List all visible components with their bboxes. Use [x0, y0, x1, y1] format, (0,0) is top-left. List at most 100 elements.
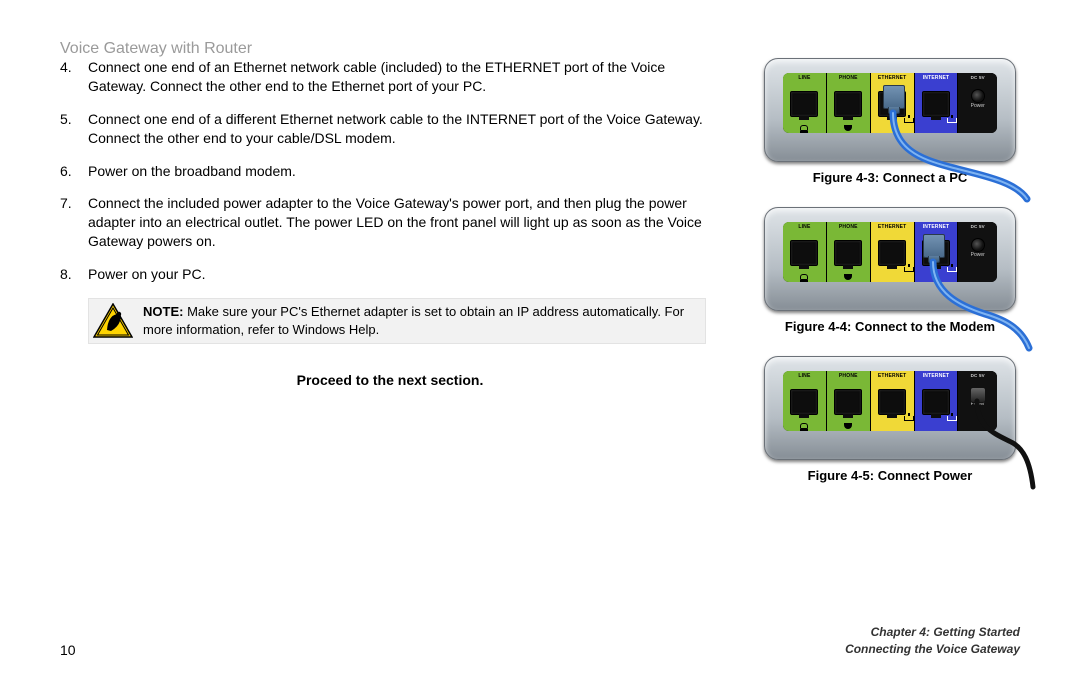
step-number: 8.	[60, 265, 88, 284]
rj-port	[834, 240, 862, 266]
document-page: Voice Gateway with Router 4. Connect one…	[0, 0, 1080, 698]
note-callout: NOTE: Make sure your PC's Ethernet adapt…	[88, 298, 706, 344]
port-ethernet: ETHERNET	[871, 73, 915, 133]
device-illustration: LINE PHONE ETHERNET	[764, 207, 1016, 311]
step-text: Connect one end of an Ethernet network c…	[88, 58, 720, 96]
rj-port	[790, 240, 818, 266]
port-label: ETHERNET	[871, 371, 914, 380]
port-line: LINE	[783, 73, 827, 133]
device-illustration: LINE PHONE ETHERNET	[764, 58, 1016, 162]
step-number: 5.	[60, 110, 88, 148]
device-illustration: LINE PHONE ETHERNET	[764, 356, 1016, 460]
rj-port	[922, 389, 950, 415]
port-line: LINE	[783, 371, 827, 431]
lock-icon	[800, 274, 808, 280]
network-icon	[947, 267, 957, 272]
footer-right: Chapter 4: Getting Started Connecting th…	[845, 624, 1020, 658]
phone-icon	[844, 274, 852, 280]
figure-4-5: LINE PHONE ETHERNET	[756, 356, 1024, 483]
port-label: PHONE	[827, 222, 870, 231]
step-number: 7.	[60, 194, 88, 251]
port-phone: PHONE	[827, 222, 871, 282]
network-icon	[904, 267, 914, 272]
phone-icon	[844, 423, 852, 429]
port-label: ETHERNET	[871, 73, 914, 82]
rj-port	[922, 91, 950, 117]
step-text: Power on your PC.	[88, 265, 720, 284]
lock-icon	[800, 423, 808, 429]
page-header: Voice Gateway with Router	[60, 40, 252, 58]
note-body: Make sure your PC's Ethernet adapter is …	[143, 304, 684, 337]
page-number: 10	[60, 642, 76, 658]
port-label: Power	[958, 401, 997, 407]
device-rear-panel: LINE PHONE ETHERNET	[783, 222, 997, 282]
phone-icon	[844, 125, 852, 131]
port-label: INTERNET	[915, 73, 958, 82]
network-icon	[947, 118, 957, 123]
rj-port	[878, 91, 906, 117]
port-label: Power	[958, 252, 997, 258]
port-ethernet: ETHERNET	[871, 371, 915, 431]
rj-port	[922, 240, 950, 266]
footer-chapter: Chapter 4: Getting Started	[845, 624, 1020, 641]
instruction-column: 4. Connect one end of an Ethernet networ…	[60, 58, 720, 388]
figure-4-3: LINE PHONE ETHERNET	[756, 58, 1024, 185]
port-label: DC 5V	[958, 73, 997, 82]
rj-port	[834, 91, 862, 117]
port-phone: PHONE	[827, 371, 871, 431]
port-label: LINE	[783, 371, 826, 380]
port-line: LINE	[783, 222, 827, 282]
warning-icon	[93, 303, 133, 339]
figure-4-4: LINE PHONE ETHERNET	[756, 207, 1024, 334]
rj-port	[878, 389, 906, 415]
power-jack	[971, 89, 985, 103]
port-label: PHONE	[827, 73, 870, 82]
figure-caption: Figure 4-3: Connect a PC	[813, 170, 968, 185]
port-label: INTERNET	[915, 371, 958, 380]
port-internet: INTERNET	[915, 371, 959, 431]
network-icon	[904, 118, 914, 123]
port-label: DC 5V	[958, 222, 997, 231]
figures-column: LINE PHONE ETHERNET	[756, 58, 1024, 505]
port-internet: INTERNET	[915, 222, 959, 282]
port-label: LINE	[783, 222, 826, 231]
step-item: 6. Power on the broadband modem.	[60, 162, 720, 181]
lock-icon	[800, 125, 808, 131]
power-jack	[971, 238, 985, 252]
step-item: 7. Connect the included power adapter to…	[60, 194, 720, 251]
port-power: DC 5V Power	[958, 371, 997, 431]
figure-caption: Figure 4-5: Connect Power	[808, 468, 973, 483]
step-number: 4.	[60, 58, 88, 96]
step-text: Connect one end of a different Ethernet …	[88, 110, 720, 148]
page-footer: 10 Chapter 4: Getting Started Connecting…	[60, 624, 1020, 658]
step-text: Power on the broadband modem.	[88, 162, 720, 181]
power-jack	[971, 387, 985, 401]
device-rear-panel: LINE PHONE ETHERNET	[783, 371, 997, 431]
step-item: 4. Connect one end of an Ethernet networ…	[60, 58, 720, 96]
network-icon	[947, 416, 957, 421]
port-power: DC 5V Power	[958, 222, 997, 282]
figure-caption: Figure 4-4: Connect to the Modem	[785, 319, 995, 334]
port-power: DC 5V Power	[958, 73, 997, 133]
note-label: NOTE:	[143, 304, 183, 319]
step-text: Connect the included power adapter to th…	[88, 194, 720, 251]
port-label: INTERNET	[915, 222, 958, 231]
port-label: DC 5V	[958, 371, 997, 380]
port-label: Power	[958, 103, 997, 109]
step-item: 8. Power on your PC.	[60, 265, 720, 284]
port-internet: INTERNET	[915, 73, 959, 133]
port-ethernet: ETHERNET	[871, 222, 915, 282]
note-text: NOTE: Make sure your PC's Ethernet adapt…	[143, 303, 695, 338]
rj-port	[790, 389, 818, 415]
port-phone: PHONE	[827, 73, 871, 133]
network-icon	[904, 416, 914, 421]
port-label: ETHERNET	[871, 222, 914, 231]
rj-port	[790, 91, 818, 117]
rj-port	[834, 389, 862, 415]
rj-port	[878, 240, 906, 266]
port-label: LINE	[783, 73, 826, 82]
port-label: PHONE	[827, 371, 870, 380]
footer-section: Connecting the Voice Gateway	[845, 641, 1020, 658]
device-rear-panel: LINE PHONE ETHERNET	[783, 73, 997, 133]
step-number: 6.	[60, 162, 88, 181]
